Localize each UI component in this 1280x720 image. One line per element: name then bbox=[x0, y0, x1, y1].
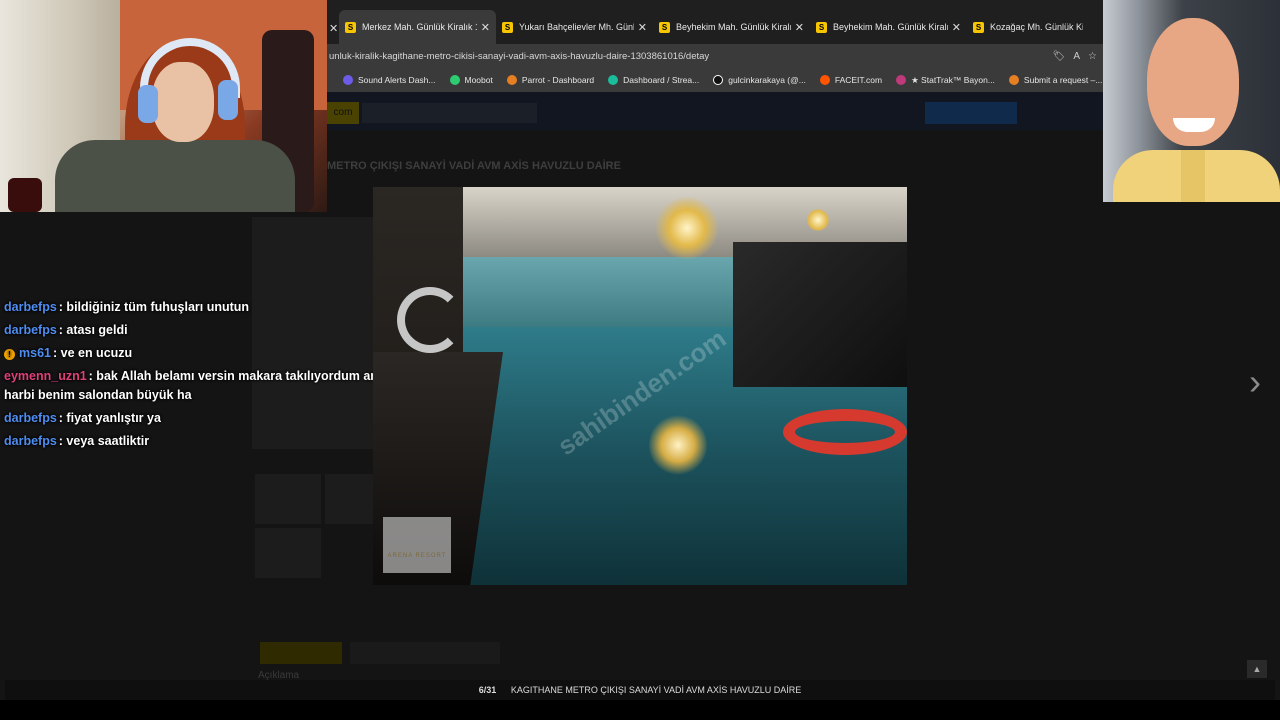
chat-username: darbefps bbox=[4, 434, 57, 448]
tab-title: Merkez Mah. Günlük Kiralık 1+1 D bbox=[362, 22, 477, 32]
thumbnail[interactable] bbox=[255, 474, 321, 524]
sahibinden-favicon-icon: S bbox=[345, 21, 356, 33]
chat-username: eymenn_uzn1 bbox=[4, 369, 87, 383]
close-icon[interactable]: ✕ bbox=[638, 21, 647, 34]
site-search-input[interactable] bbox=[362, 103, 537, 123]
bookmark-favicon-icon bbox=[506, 75, 517, 85]
scroll-top-button[interactable]: ▲ bbox=[1247, 660, 1267, 678]
close-icon[interactable]: ✕ bbox=[795, 21, 804, 34]
subscriber-badge-icon: ! bbox=[4, 349, 15, 360]
tab-title: Beyhekim Mah. Günlük Kiralık Stü bbox=[676, 22, 791, 32]
address-bar[interactable]: unluk-kiralik-kagithane-metro-cikisi-san… bbox=[327, 44, 1103, 68]
bookmark-item[interactable]: Submit a request –... bbox=[1008, 75, 1102, 85]
listing-title: METRO ÇIKIŞI SANAYİ VADİ AVM AXİS HAVUZL… bbox=[327, 160, 621, 172]
screen: com METRO ÇIKIŞI SANAYİ VADİ AVM AXİS HA… bbox=[0, 0, 1280, 720]
photo-caption: KAGITHANE METRO ÇIKIŞI SANAYİ VADİ AVM A… bbox=[510, 685, 802, 695]
bookmark-favicon-icon bbox=[343, 75, 353, 85]
chat-text: : bildiğiniz tüm fuhuşları unutun bbox=[58, 300, 250, 314]
chat-text: : atası geldi bbox=[58, 323, 128, 337]
tag-icon[interactable]: 🏷 bbox=[1053, 51, 1066, 62]
sahibinden-favicon-icon: S bbox=[502, 21, 513, 33]
bookmark-item[interactable]: ★ StatTrak™ Bayon... bbox=[896, 75, 995, 86]
thumbnail[interactable] bbox=[325, 474, 373, 524]
browser-tab[interactable]: S Merkez Mah. Günlük Kiralık 1+1 D ✕ bbox=[339, 10, 496, 44]
site-logo[interactable]: com bbox=[327, 102, 359, 124]
webcam-streamer-left bbox=[0, 0, 327, 212]
bottom-bar bbox=[0, 700, 1280, 720]
tab-title: Kozağaç Mh. Günlük Kiralık St bbox=[990, 22, 1083, 32]
bookmark-favicon-icon bbox=[608, 75, 619, 85]
browser-tab[interactable]: S Yukarı Bahçelievler Mh. Günlük Ki ✕ bbox=[496, 10, 653, 44]
bookmark-favicon-icon bbox=[819, 75, 830, 85]
chat-text: : veya saatliktir bbox=[58, 434, 150, 448]
sahibinden-favicon-icon: S bbox=[816, 21, 827, 33]
bookmark-favicon-icon bbox=[449, 75, 460, 85]
post-ad-button[interactable] bbox=[925, 102, 1017, 124]
chat-text: : fiyat yanlıştır ya bbox=[58, 411, 161, 425]
close-icon[interactable]: ✕ bbox=[481, 21, 490, 34]
url-text[interactable]: unluk-kiralik-kagithane-metro-cikisi-san… bbox=[329, 51, 1053, 62]
thumbnail[interactable] bbox=[255, 528, 321, 578]
address-bar-icons: 🏷 A ☆ bbox=[1053, 51, 1103, 62]
tab-title: Yukarı Bahçelievler Mh. Günlük Ki bbox=[519, 22, 634, 32]
browser-tab[interactable]: S Kozağaç Mh. Günlük Kiralık St bbox=[967, 10, 1089, 44]
tab-ad-details[interactable] bbox=[260, 642, 342, 664]
translate-icon[interactable]: A bbox=[1073, 51, 1080, 62]
tab-title: Beyhekim Mah. Günlük Kiralık 1+ bbox=[833, 22, 948, 32]
sahibinden-favicon-icon: S bbox=[973, 21, 984, 33]
bookmark-favicon-icon bbox=[896, 75, 907, 85]
tiktok-icon bbox=[713, 75, 724, 85]
bookmark-item[interactable]: Parrot - Dashboard bbox=[506, 75, 594, 85]
chat-username: darbefps bbox=[4, 323, 57, 337]
tab-location[interactable] bbox=[350, 642, 500, 664]
photo-logo: ARENA RESORT bbox=[383, 517, 451, 573]
close-icon[interactable]: ✕ bbox=[329, 22, 338, 35]
bookmark-favicon-icon bbox=[1008, 75, 1019, 85]
sahibinden-favicon-icon: S bbox=[659, 21, 670, 33]
bookmark-item[interactable]: gulcinkarakaya (@... bbox=[713, 75, 806, 85]
bookmark-item[interactable]: FACEIT.com bbox=[819, 75, 882, 85]
browser-tab-bar: ✕ S Merkez Mah. Günlük Kiralık 1+1 D ✕ S… bbox=[327, 0, 1103, 44]
bookmark-item[interactable]: Dashboard / Strea... bbox=[608, 75, 699, 85]
browser-tab[interactable]: S Beyhekim Mah. Günlük Kiralık 1+ ✕ bbox=[810, 10, 967, 44]
chat-username: ms61 bbox=[19, 346, 51, 360]
webcam-guest-right bbox=[1103, 0, 1280, 202]
bookmarks-bar: Sound Alerts Dash... Moobot Parrot - Das… bbox=[327, 68, 1103, 92]
bookmark-item[interactable]: Sound Alerts Dash... bbox=[343, 75, 436, 85]
photo-counter: 6/31 bbox=[478, 685, 497, 695]
listing-photo[interactable]: sahibinden.com ARENA RESORT bbox=[373, 187, 907, 585]
chevron-right-icon[interactable]: › bbox=[1240, 362, 1270, 402]
bookmark-item[interactable]: Moobot bbox=[449, 75, 493, 85]
chat-username: darbefps bbox=[4, 411, 57, 425]
browser-tab[interactable]: S Beyhekim Mah. Günlük Kiralık Stü ✕ bbox=[653, 10, 810, 44]
chat-text: : ve en ucuzu bbox=[52, 346, 133, 360]
close-icon[interactable]: ✕ bbox=[952, 21, 961, 34]
lightbox-caption-bar: 6/31 KAGITHANE METRO ÇIKIŞI SANAYİ VADİ … bbox=[5, 680, 1275, 700]
chat-username: darbefps bbox=[4, 300, 57, 314]
star-icon[interactable]: ☆ bbox=[1088, 51, 1097, 62]
